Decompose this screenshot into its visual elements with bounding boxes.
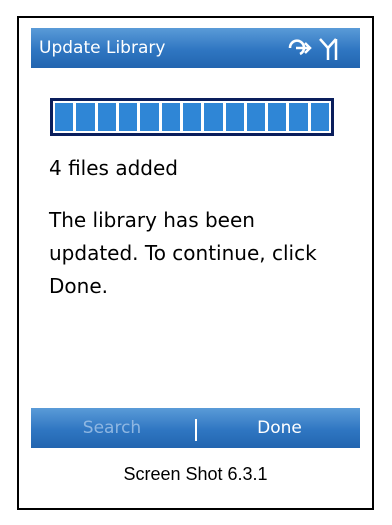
files-added-label: 4 files added [49, 156, 178, 180]
softkey-bar: Search Done [31, 408, 360, 448]
progress-segment [76, 103, 95, 131]
progress-segment [140, 103, 159, 131]
done-softkey[interactable]: Done [199, 408, 360, 448]
figure-caption: Screen Shot 6.3.1 [123, 464, 268, 484]
progress-segment [182, 103, 202, 131]
progress-segment [289, 103, 308, 131]
progress-segment [204, 103, 223, 131]
signal-strength-icon [319, 38, 338, 60]
progress-segment [225, 103, 244, 131]
search-softkey[interactable]: Search [31, 408, 193, 448]
progress-segment [118, 103, 138, 131]
progress-segment [310, 103, 330, 131]
title-bar: Update Library [31, 28, 360, 68]
connectivity-icon [288, 39, 312, 56]
progress-segment [246, 103, 266, 131]
window-title: Update Library [39, 38, 166, 58]
progress-segment [55, 103, 74, 131]
progress-segment [268, 103, 287, 131]
status-icons [288, 38, 338, 60]
softkey-divider [195, 419, 197, 441]
progress-segment [97, 103, 116, 131]
progress-bar [50, 98, 334, 136]
figure-frame: Update Library 4 files added The library… [17, 16, 374, 510]
progress-segment [161, 103, 180, 131]
status-message: The library has been updated. To continu… [49, 208, 317, 298]
phone-screen: Update Library 4 files added The library… [31, 28, 360, 448]
